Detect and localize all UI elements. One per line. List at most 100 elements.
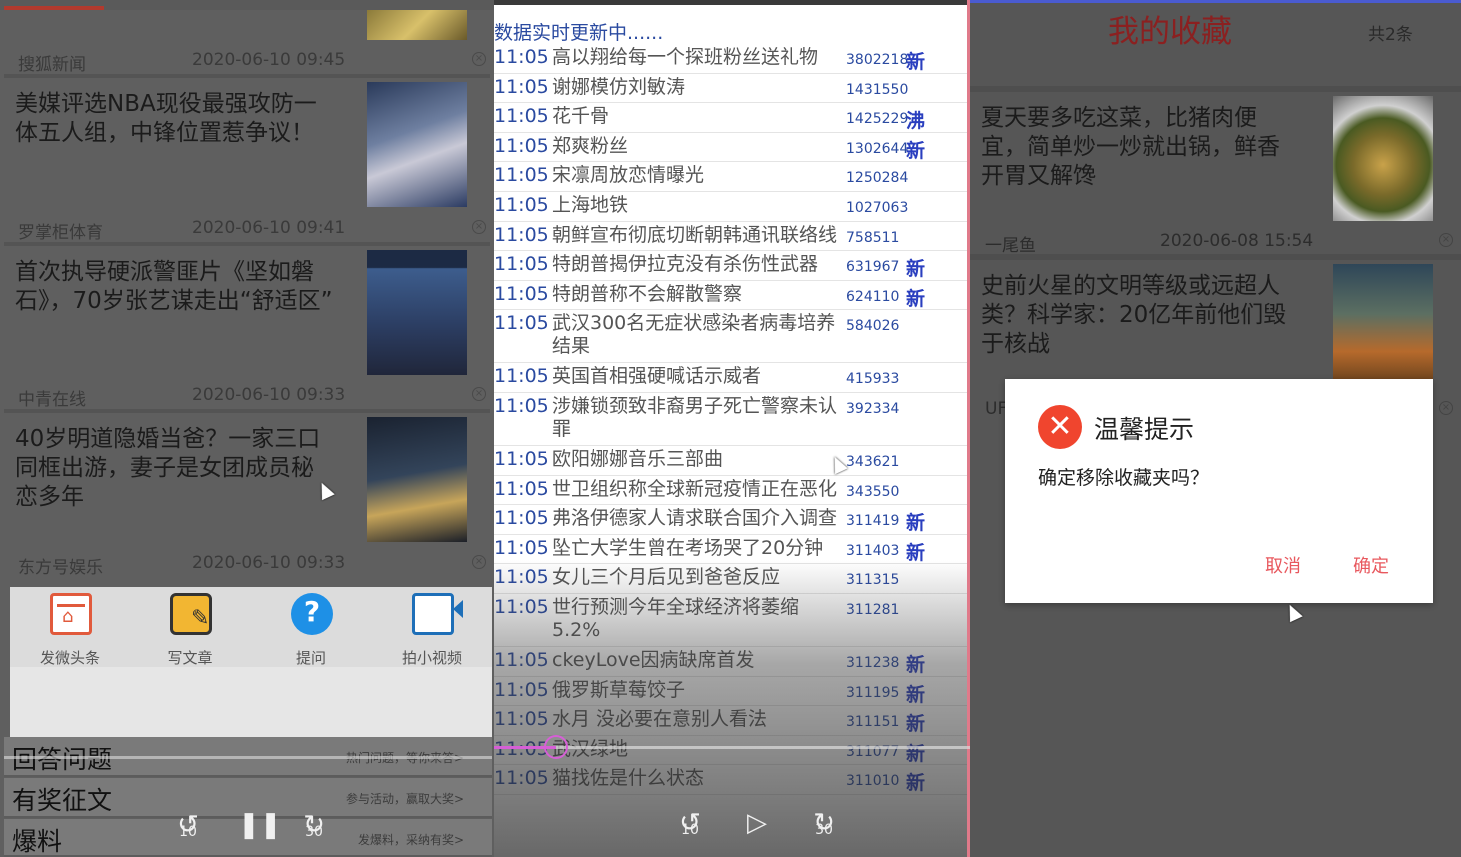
list-item-hint: 参与活动，赢取大奖>: [345, 792, 464, 806]
news-thumbnail[interactable]: [367, 250, 467, 375]
list-item-name: 有奖征文: [12, 786, 113, 815]
progress-handle[interactable]: [544, 735, 568, 759]
rewind-seconds: 10: [681, 822, 699, 838]
row-title: 英国首相强硬喊话示威者: [552, 365, 762, 388]
news-time: 2020-06-10 09:45: [192, 50, 346, 70]
remove-icon[interactable]: ×: [1439, 233, 1453, 247]
ask-question-button[interactable]: 提问: [251, 593, 371, 667]
row-count: 584026: [846, 318, 900, 335]
hot-search-row[interactable]: 11:05 花千骨 1425229 沸: [494, 103, 970, 133]
news-source: 东方号娱乐: [18, 558, 103, 578]
news-meta-row: 东方号娱乐 2020-06-10 09:33 ×: [4, 551, 490, 578]
news-item[interactable]: 40岁明道隐婚当爸？一家三口同框出游，妻子是女团成员秘恋多年: [4, 413, 490, 547]
row-time: 11:05: [494, 75, 549, 98]
publish-actions: 发微头条 写文章 提问 拍小视频: [10, 587, 492, 667]
rewind-button[interactable]: ↺ 10: [172, 810, 204, 840]
confirm-dialog: ✕ 温馨提示 确定移除收藏夹吗？ 取消 确定: [1005, 379, 1433, 603]
row-time: 11:05: [494, 477, 549, 500]
calendar-post-icon: [50, 593, 92, 635]
hot-search-row[interactable]: 11:05 武汉300名无症状感染者病毒培养结果 584026: [494, 310, 970, 364]
shoot-video-button[interactable]: 拍小视频: [372, 593, 492, 667]
favorite-thumbnail[interactable]: [1333, 264, 1433, 389]
row-count: 415933: [846, 371, 900, 388]
row-time: 11:05: [494, 193, 549, 216]
hot-search-row[interactable]: 11:05 英国首相强硬喊话示威者 415933: [494, 363, 970, 393]
cancel-button[interactable]: 取消: [1265, 552, 1301, 578]
row-title: 郑爽粉丝: [552, 134, 629, 157]
pause-button[interactable]: ❚❚: [238, 810, 282, 840]
favorite-title[interactable]: 夏天要多吃这菜，比猪肉便宜，简单炒一炒就出锅，鲜香开胃又解馋: [981, 104, 1291, 191]
news-time: 2020-06-10 09:41: [192, 218, 346, 238]
row-count: 631967: [846, 259, 900, 276]
news-meta-row: 罗掌柜体育 2020-06-10 09:41 ×: [4, 216, 490, 243]
remove-icon[interactable]: ×: [1439, 401, 1453, 415]
hot-search-row[interactable]: 11:05 欧阳娜娜音乐三部曲 343621: [494, 446, 970, 476]
forward-button[interactable]: ↻ 30: [298, 810, 330, 840]
hot-search-row[interactable]: 11:05 涉嫌锁颈致非裔男子死亡警察未认罪 392334: [494, 393, 970, 446]
row-count: 1425229: [846, 111, 909, 128]
row-title: 特朗普揭伊拉克没有杀伤性武器: [552, 253, 819, 276]
dismiss-icon[interactable]: ×: [472, 555, 486, 569]
row-time: 11:05: [494, 394, 549, 417]
news-thumbnail[interactable]: [367, 82, 467, 207]
hot-search-row[interactable]: 11:05 朝鲜宣布彻底切断朝韩通讯联络线 758511: [494, 222, 970, 252]
action-label: 提问: [295, 649, 326, 667]
news-title[interactable]: 美媒评选NBA现役最强攻防一体五人组，中锋位置惹争议！: [15, 90, 335, 148]
favorite-title[interactable]: 史前火星的文明等级或远超人类？科学家：20亿年前他们毁于核战: [981, 272, 1291, 359]
video-progress-bar[interactable]: [4, 756, 492, 759]
news-item[interactable]: 首次执导硬派警匪片《坚如磐石》，70岁张艺谋走出“舒适区”: [4, 246, 490, 380]
news-source: 搜狐新闻: [18, 55, 86, 75]
row-badge: 新: [906, 512, 926, 535]
confirm-button[interactable]: 确定: [1353, 552, 1389, 578]
row-badge: 新: [906, 51, 926, 73]
hot-search-row[interactable]: 11:05 高以翔给每一个探班粉丝送礼物 3802218 新: [494, 44, 970, 74]
hot-search-row[interactable]: 11:05 上海地铁 1027063: [494, 192, 970, 222]
list-item-hint: 发爆料，采纳有奖>: [357, 833, 464, 847]
row-time: 11:05: [494, 164, 549, 187]
row-count: 3802218: [846, 52, 909, 68]
top-bar: [970, 0, 1461, 3]
news-time: 2020-06-10 09:33: [192, 385, 346, 405]
favorite-item[interactable]: 史前火星的文明等级或远超人类？科学家：20亿年前他们毁于核战: [970, 260, 1461, 394]
row-title: 世卫组织称全球新冠疫情正在恶化: [552, 477, 838, 500]
row-title: 欧阳娜娜音乐三部曲: [552, 447, 724, 470]
row-time: 11:05: [494, 46, 549, 68]
hot-search-row[interactable]: 11:05 谢娜模仿刘敏涛 1431550: [494, 74, 970, 104]
dismiss-icon[interactable]: ×: [472, 387, 486, 401]
dismiss-icon[interactable]: ×: [472, 52, 486, 66]
rewind-button[interactable]: ↺ 10: [674, 808, 706, 838]
favorites-count: 共2条: [1368, 25, 1413, 45]
row-title: 宋凛周放恋情曝光: [552, 164, 705, 187]
forward-button[interactable]: ↻ 30: [808, 808, 840, 838]
play-button[interactable]: ▷: [744, 808, 770, 838]
hot-search-row[interactable]: 11:05 宋凛周放恋情曝光 1250284: [494, 162, 970, 192]
favorite-item[interactable]: 夏天要多吃这菜，比猪肉便宜，简单炒一炒就出锅，鲜香开胃又解馋: [970, 92, 1461, 226]
row-badge: 新: [906, 287, 926, 310]
hot-search-row[interactable]: 11:05 郑爽粉丝 1302644 新: [494, 133, 970, 163]
write-article-button[interactable]: 写文章: [130, 593, 250, 667]
hot-search-row[interactable]: 11:05 特朗普揭伊拉克没有杀伤性武器 631967 新: [494, 251, 970, 281]
news-title[interactable]: 首次执导硬派警匪片《坚如磐石》，70岁张艺谋走出“舒适区”: [15, 258, 335, 316]
post-weitoutiao-button[interactable]: 发微头条: [10, 593, 130, 667]
news-meta-row: 中青在线 2020-06-10 09:33 ×: [4, 383, 490, 410]
row-time: 11:05: [494, 447, 549, 470]
news-item[interactable]: 美媒评选NBA现役最强攻防一体五人组，中锋位置惹争议！: [4, 78, 490, 212]
hot-search-row[interactable]: 11:05 弗洛伊德家人请求联合国介入调查 311419 新: [494, 505, 970, 535]
news-thumbnail[interactable]: [367, 10, 467, 40]
news-time: 2020-06-10 09:33: [192, 553, 346, 573]
favorite-time: 2020-06-08 15:54: [1160, 231, 1314, 251]
row-time: 11:05: [494, 105, 549, 128]
row-time: 11:05: [494, 507, 549, 530]
hot-search-row[interactable]: 11:05 特朗普称不会解散警察 624110 新: [494, 281, 970, 311]
row-count: 311403: [846, 542, 900, 559]
favorite-thumbnail[interactable]: [1333, 96, 1433, 221]
news-thumbnail[interactable]: [367, 417, 467, 542]
realtime-header: 数据实时更新中......: [494, 22, 664, 44]
play-icon: ▷: [747, 808, 767, 838]
hot-search-row[interactable]: 11:05 世卫组织称全球新冠疫情正在恶化 343550: [494, 476, 970, 506]
question-icon: [291, 593, 333, 635]
video-progress-bar[interactable]: [494, 735, 970, 759]
news-title[interactable]: 40岁明道隐婚当爸？一家三口同框出游，妻子是女团成员秘恋多年: [15, 425, 335, 512]
row-count: 343550: [846, 483, 900, 500]
dismiss-icon[interactable]: ×: [472, 220, 486, 234]
